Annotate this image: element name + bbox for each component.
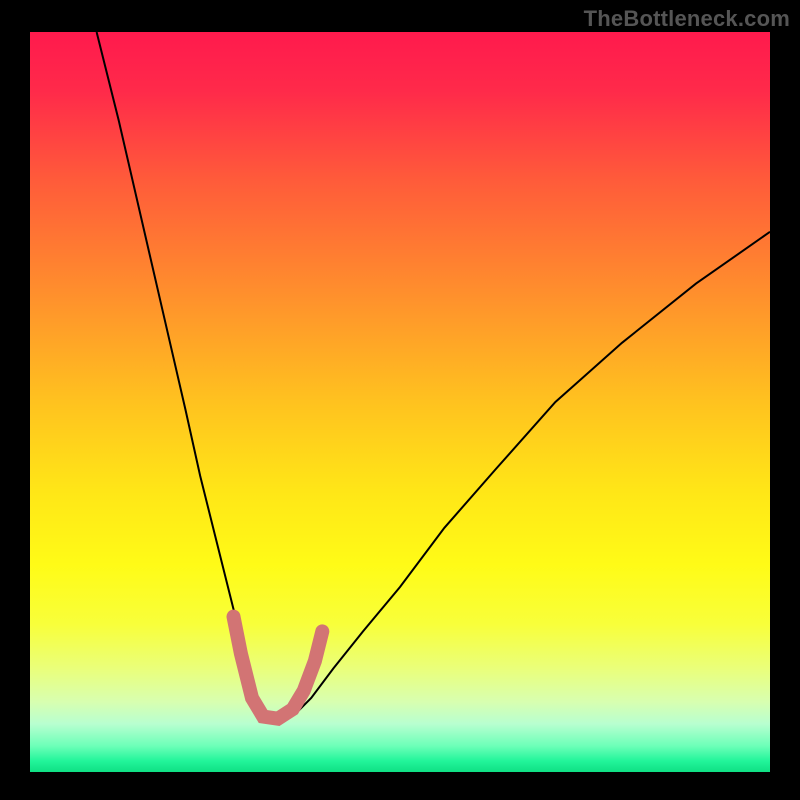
- curve-layer: [30, 32, 770, 772]
- watermark-text: TheBottleneck.com: [584, 6, 790, 32]
- bottleneck-curve: [97, 32, 770, 720]
- plot-area: [30, 32, 770, 772]
- optimal-region-marker: [234, 617, 323, 719]
- chart-frame: TheBottleneck.com: [0, 0, 800, 800]
